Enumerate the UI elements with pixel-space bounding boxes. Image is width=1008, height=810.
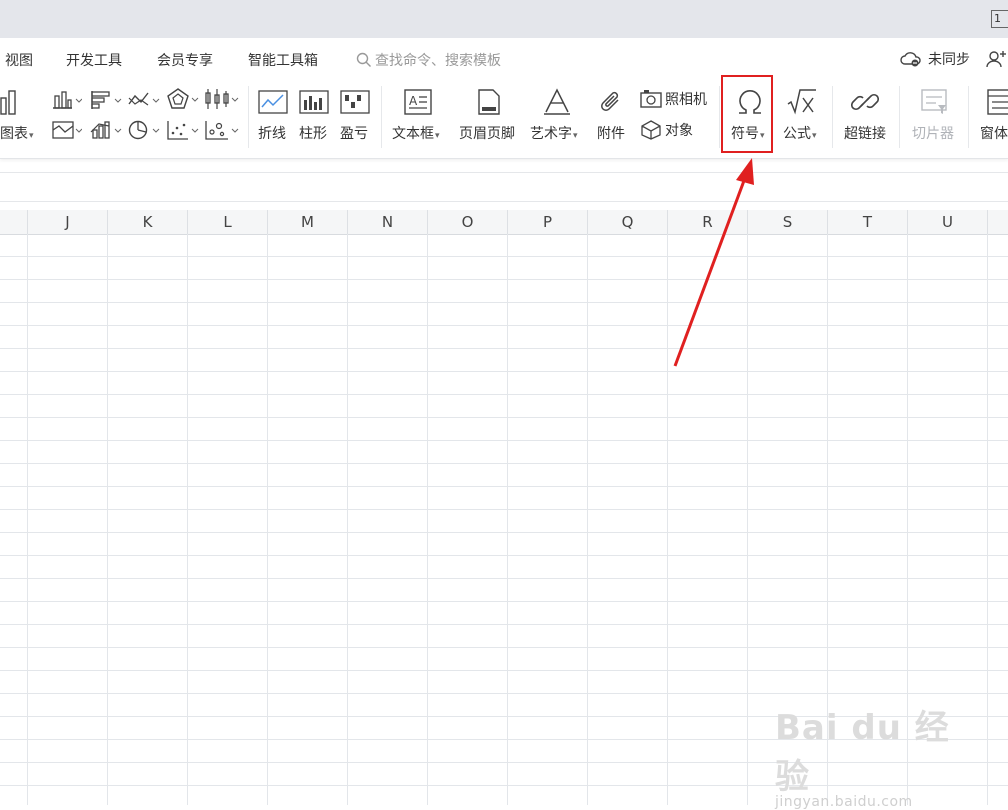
textbox-button[interactable]: 文本框▾ xyxy=(392,123,440,143)
pie-chart-icon[interactable] xyxy=(128,120,160,140)
area-chart-icon[interactable] xyxy=(52,120,82,140)
watermark-logo: Bai du 经验 xyxy=(775,708,950,797)
cube-icon xyxy=(641,120,661,140)
attachment-button[interactable]: 附件 xyxy=(597,123,625,143)
camera-label: 照相机 xyxy=(665,92,707,108)
radar-chart-icon[interactable] xyxy=(167,88,199,110)
wordart-icon[interactable] xyxy=(542,88,572,116)
sparkline-line-icon[interactable] xyxy=(258,90,288,114)
wordart-button[interactable]: 艺术字▾ xyxy=(530,123,578,143)
object-label: 对象 xyxy=(665,123,693,139)
column-header-t[interactable]: T xyxy=(828,210,908,234)
column-header-q[interactable]: Q xyxy=(588,210,668,234)
form-button[interactable]: 窗体 xyxy=(980,123,1008,143)
camera-icon xyxy=(640,90,662,108)
scatter-chart-icon[interactable] xyxy=(167,120,199,140)
add-user-icon[interactable] xyxy=(986,50,1006,68)
column-header-k[interactable]: K xyxy=(108,210,188,234)
textbox-label: 文本框 xyxy=(392,126,434,142)
window-badge[interactable]: 1 xyxy=(991,10,1008,28)
watermark-url: jingyan.baidu.com xyxy=(775,794,913,810)
hyperlink-button[interactable]: 超链接 xyxy=(844,123,886,143)
chart-button[interactable]: 图表▾ xyxy=(0,123,34,143)
slicer-button: 切片器 xyxy=(912,126,954,142)
column-header-p[interactable]: P xyxy=(508,210,588,234)
paperclip-icon[interactable] xyxy=(598,88,626,116)
column-header-m[interactable]: M xyxy=(268,210,348,234)
column-header-partial[interactable] xyxy=(0,210,28,234)
bubble-chart-icon[interactable] xyxy=(205,120,239,140)
formula-button[interactable]: 公式▾ xyxy=(783,123,817,143)
combo-chart-icon[interactable] xyxy=(90,120,122,140)
column-chart-icon[interactable] xyxy=(52,90,82,110)
line-chart-icon[interactable] xyxy=(128,90,160,110)
column-header-n[interactable]: N xyxy=(348,210,428,234)
insert-ribbon: 图表▾ 折线 柱形 盈亏 A 文本框▾ 页眉页脚 艺术字▾ 附件 照相机 对象 … xyxy=(0,80,1008,159)
bar-chart-icon[interactable] xyxy=(90,90,122,110)
column-header-r[interactable]: R xyxy=(668,210,748,234)
wordart-label: 艺术字 xyxy=(530,126,572,142)
symbol-highlight-box xyxy=(721,75,773,153)
column-header-o[interactable]: O xyxy=(428,210,508,234)
menu-bar: 视图 开发工具 会员专享 智能工具箱 查找命令、搜索模板 未同步 xyxy=(0,38,1008,80)
textbox-icon[interactable]: A xyxy=(403,88,433,116)
menu-view[interactable]: 视图 xyxy=(5,50,33,70)
svg-text:A: A xyxy=(409,94,418,108)
formula-icon[interactable] xyxy=(786,88,818,116)
column-header-j[interactable]: J xyxy=(28,210,108,234)
column-header-s[interactable]: S xyxy=(748,210,828,234)
chart-icon[interactable] xyxy=(0,88,20,116)
sparkline-line-button[interactable]: 折线 xyxy=(258,123,286,143)
sparkline-winloss-button[interactable]: 盈亏 xyxy=(340,123,368,143)
formula-bar[interactable] xyxy=(0,172,1008,202)
sparkline-column-button[interactable]: 柱形 xyxy=(299,123,327,143)
formula-label: 公式 xyxy=(783,126,811,142)
sparkline-winloss-icon[interactable] xyxy=(340,90,370,114)
title-bar: 1 xyxy=(0,0,1008,38)
menu-developer-tools[interactable]: 开发工具 xyxy=(66,50,122,70)
column-header-row: J K L M N O P Q R S T U xyxy=(0,210,1008,235)
chart-label: 图表 xyxy=(0,126,28,142)
header-footer-button[interactable]: 页眉页脚 xyxy=(459,123,515,143)
form-icon[interactable] xyxy=(986,88,1008,116)
sparkline-column-icon[interactable] xyxy=(299,90,329,114)
camera-button[interactable]: 照相机 xyxy=(640,89,707,109)
search-placeholder: 查找命令、搜索模板 xyxy=(375,53,501,69)
search-icon xyxy=(356,52,371,67)
slicer-icon xyxy=(921,89,947,114)
cloud-sync-icon[interactable] xyxy=(900,50,922,68)
menu-smart-toolbox[interactable]: 智能工具箱 xyxy=(248,50,318,70)
link-icon[interactable] xyxy=(851,88,879,116)
baidu-watermark: Bai du 经验 jingyan.baidu.com xyxy=(775,700,975,810)
stock-chart-icon[interactable] xyxy=(205,88,239,110)
sync-status[interactable]: 未同步 xyxy=(928,49,970,69)
header-footer-icon[interactable] xyxy=(476,88,502,116)
command-search[interactable]: 查找命令、搜索模板 xyxy=(356,50,501,70)
object-button[interactable]: 对象 xyxy=(640,120,693,140)
column-header-l[interactable]: L xyxy=(188,210,268,234)
column-header-u[interactable]: U xyxy=(908,210,988,234)
menu-member[interactable]: 会员专享 xyxy=(157,50,213,70)
